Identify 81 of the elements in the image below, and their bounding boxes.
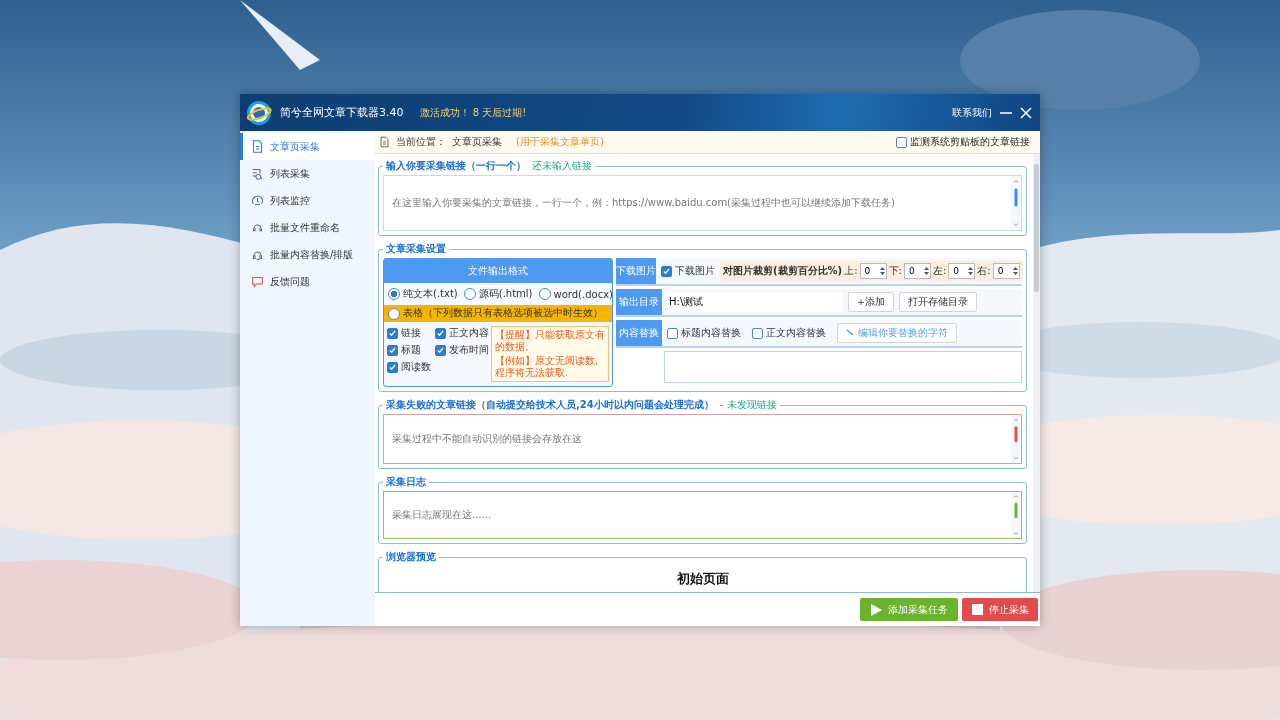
checkbox-label: 监测系统剪贴板的文章链接 xyxy=(910,135,1030,149)
link-status: 还未输入链接 xyxy=(532,159,592,173)
headset-icon xyxy=(251,248,264,261)
breadcrumb-page: 文章页采集 xyxy=(452,135,502,149)
pencil-icon xyxy=(846,329,854,337)
window-title: 简兮全网文章下载器3.40 xyxy=(280,105,404,120)
sidebar-item[interactable]: 批量内容替换/排版 xyxy=(240,241,375,268)
stop-icon xyxy=(971,604,983,615)
logo-icon xyxy=(246,99,272,126)
checkbox[interactable] xyxy=(387,361,398,373)
failed-status: - 未发现链接 xyxy=(719,398,777,412)
row-label: 输出目录 xyxy=(616,289,662,315)
checkbox[interactable] xyxy=(387,344,398,356)
crop-label: 对图片裁剪(裁剪百分比%) xyxy=(723,264,843,278)
play-icon xyxy=(870,603,882,616)
stop-button[interactable]: 停止采集 xyxy=(962,598,1038,621)
folder-button[interactable]: 打开存储目录 xyxy=(899,292,977,312)
number-spinner[interactable]: 0 xyxy=(992,263,1020,279)
sidebar-item[interactable]: 反馈问题 xyxy=(240,268,375,295)
panel-title: 输入你要采集链接（一行一个） xyxy=(386,159,526,173)
checkbox[interactable] xyxy=(435,327,446,339)
document-icon xyxy=(251,140,264,153)
panel-title: 采集失败的文章链接（自动提交给技术人员,24小时以内问题会处理完成） xyxy=(386,398,714,412)
gauge-icon xyxy=(251,194,264,207)
checkbox-label: 阅读数 xyxy=(401,360,431,374)
preview-heading: 初始页面 xyxy=(676,570,729,588)
number-spinner[interactable]: 0 xyxy=(859,263,887,279)
radio-label: word(.docx) xyxy=(553,288,613,300)
folder-button[interactable]: +添加 xyxy=(848,292,894,312)
sidebar-item[interactable]: 文章页采集 xyxy=(240,133,375,160)
side-label: 右: xyxy=(977,264,991,278)
checkbox-label: 正文内容替换 xyxy=(766,326,826,340)
headset-icon xyxy=(251,221,264,234)
checkbox[interactable] xyxy=(661,265,672,277)
spin-arrows-icon[interactable] xyxy=(879,266,885,276)
panel-title: 文章采集设置 xyxy=(386,242,446,256)
number-spinner[interactable]: 0 xyxy=(903,263,931,279)
radio-button[interactable] xyxy=(388,288,400,300)
list-search-icon xyxy=(251,167,264,180)
radio-label: 纯文本(.txt) xyxy=(403,287,458,301)
activation-notice: 激活成功！ 8 天后过期! xyxy=(419,105,527,120)
side-label: 下: xyxy=(888,264,902,278)
checkbox[interactable] xyxy=(752,327,763,339)
radio-button[interactable] xyxy=(388,307,400,320)
radio-label: 源码(.html) xyxy=(478,287,533,301)
checkbox[interactable] xyxy=(435,344,446,356)
side-label: 左: xyxy=(932,264,947,278)
sidebar-item[interactable]: 批量文件重命名 xyxy=(240,214,375,241)
number-spinner[interactable]: 0 xyxy=(948,263,976,279)
breadcrumb-label: 当前位置： xyxy=(396,135,446,149)
contact-link[interactable]: 联系我们 xyxy=(952,105,992,120)
panel-title: 浏览器预览 xyxy=(386,550,436,564)
row-label: 下载图片 xyxy=(616,258,656,284)
spin-arrows-icon[interactable] xyxy=(1012,266,1018,276)
page-hint: (用于采集文章单页) xyxy=(516,135,604,149)
radio-button[interactable] xyxy=(538,288,551,300)
checkbox-label: 发布时间 xyxy=(449,343,489,357)
radio-button[interactable] xyxy=(463,288,476,300)
document-icon xyxy=(379,136,390,148)
note-text: 【例如】原文无阅读数,程序将无法获取. xyxy=(495,355,600,379)
chat-bubble-icon xyxy=(251,275,264,288)
note-text: 【提醒】只能获取原文有的数据。 xyxy=(495,329,605,353)
spin-arrows-icon[interactable] xyxy=(923,266,929,276)
sidebar-item[interactable]: 列表监控 xyxy=(240,187,375,214)
output-path-field[interactable]: H:\测试 xyxy=(667,292,844,312)
checkbox-label: 标题内容替换 xyxy=(681,326,741,340)
format-title: 文件输出格式 xyxy=(384,259,612,283)
radio-label: 表格（下列数据只有表格选项被选中时生效） xyxy=(403,307,603,320)
side-label: 上: xyxy=(844,264,858,278)
checkbox[interactable] xyxy=(387,327,398,339)
checkbox[interactable] xyxy=(896,136,907,148)
panel-title: 采集日志 xyxy=(386,475,426,489)
checkbox[interactable] xyxy=(667,327,678,339)
row-label: 内容替换 xyxy=(616,320,662,346)
spin-arrows-icon[interactable] xyxy=(968,266,974,276)
checkbox-label: 正文内容 xyxy=(449,326,489,340)
checkbox-label: 链接 xyxy=(401,326,421,340)
checkbox-label: 下载图片 xyxy=(675,264,715,278)
sidebar-item[interactable]: 列表采集 xyxy=(240,160,375,187)
close-icon[interactable] xyxy=(1020,106,1032,119)
checkbox-label: 标题 xyxy=(401,343,421,357)
